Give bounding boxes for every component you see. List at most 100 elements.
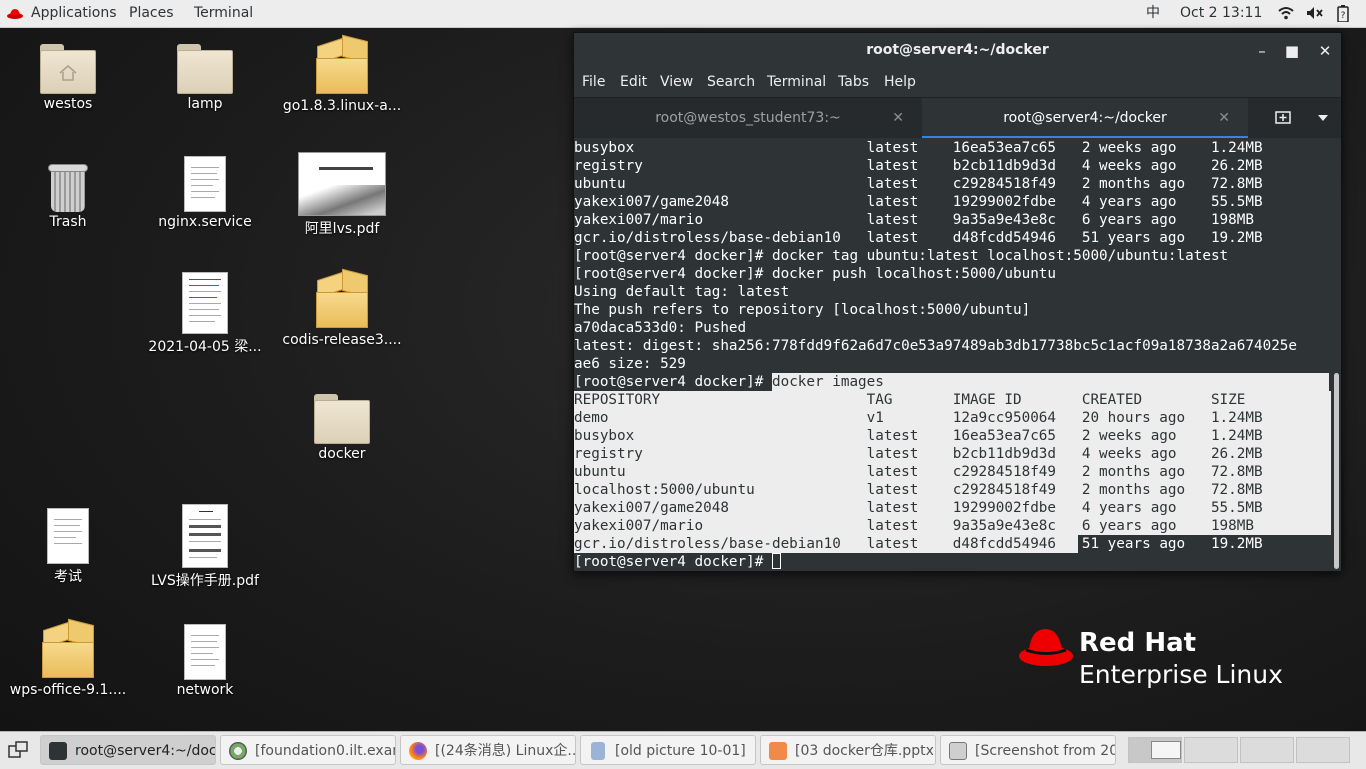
redhat-enterprise-linux-logo: Red Hat Enterprise Linux: [1018, 626, 1298, 696]
terminal-line: busybox latest 16ea53ea7c65 2 weeks ago …: [574, 428, 1263, 444]
terminal-line: Using default tag: latest: [574, 284, 790, 300]
desktop-icon-codis-release[interactable]: codis-release3....: [277, 268, 407, 348]
show-desktop-button[interactable]: [8, 741, 28, 759]
desktop-icon-label: nginx.service: [158, 214, 252, 230]
desktop-icon-lvs-manual-pdf[interactable]: LVS操作手册.pdf: [140, 500, 270, 590]
terminal-line: [root@server4 docker]# docker push local…: [574, 266, 1057, 282]
taskbar-item-pptx[interactable]: [03 docker仓库.pptx ...: [760, 735, 936, 765]
archive-icon: [41, 618, 95, 680]
wifi-icon[interactable]: [1278, 6, 1294, 20]
terminal-line: [root@server4 docker]#: [574, 553, 781, 571]
document-thumbnail-icon: [182, 272, 228, 334]
top-bar: Applications Places Terminal 中 Oct 2 13:…: [0, 0, 1366, 28]
remote-viewer-icon: [229, 742, 247, 760]
terminal-line: registry latest b2cb11db9d3d 4 weeks ago…: [574, 446, 1263, 462]
terminal-line: [root@server4 docker]# docker tag ubuntu…: [574, 248, 1229, 264]
workspace-4[interactable]: [1296, 737, 1350, 763]
taskbar-label: [foundation0.ilt.exam...: [255, 743, 395, 759]
terminal-app-menu[interactable]: Terminal: [194, 0, 253, 27]
firefox-icon: [409, 742, 427, 760]
volume-muted-icon[interactable]: [1306, 6, 1324, 20]
desktop-icon-label: LVS操作手册.pdf: [151, 573, 259, 589]
desktop-icon-network[interactable]: network: [140, 620, 270, 698]
battery-unknown-icon[interactable]: ?: [1337, 5, 1349, 22]
trash-icon: [48, 162, 88, 212]
desktop-icon-label: docker: [318, 446, 366, 462]
terminal-line: a70daca533d0: Pushed: [574, 320, 747, 336]
terminal-window[interactable]: root@server4:~/docker – ■ ✕ File Edit Vi…: [573, 32, 1342, 572]
taskbar-item-old-picture[interactable]: [old picture 10-01]: [580, 735, 756, 765]
desktop-icon-go-archive[interactable]: go1.8.3.linux-a...: [277, 34, 407, 114]
chevron-down-icon: [1318, 115, 1328, 121]
maximize-button[interactable]: ■: [1282, 41, 1302, 61]
tabs-dropdown-button[interactable]: [1310, 98, 1336, 138]
desktop-icon-nginx-service[interactable]: nginx.service: [140, 152, 270, 230]
text-file-icon: [47, 508, 89, 564]
taskbar-label: [03 docker仓库.pptx ...: [795, 743, 936, 759]
desktop-icon-label: wps-office-9.1....: [9, 682, 127, 698]
presentation-icon: [769, 742, 787, 760]
terminal-line: gcr.io/distroless/base-debian10 latest d…: [574, 230, 1263, 246]
desktop-icon-docker[interactable]: docker: [277, 390, 407, 462]
desktop-icon-westos[interactable]: westos: [3, 40, 133, 112]
folder-icon: [314, 390, 370, 444]
desktop-icon-wps-office[interactable]: wps-office-9.1....: [3, 618, 133, 698]
desktop-icon-label: Trash: [49, 214, 87, 230]
terminal-line: demo v1 12a9cc950064 20 hours ago 1.24MB: [574, 410, 1263, 426]
workspace-2[interactable]: [1184, 737, 1238, 763]
applications-menu[interactable]: Applications: [31, 0, 117, 27]
terminal-line: REPOSITORY TAG IMAGE ID CREATED SIZE: [574, 392, 1246, 408]
terminal-tabbar: root@westos_student73:~ ✕ root@server4:~…: [574, 98, 1341, 138]
terminal-scrollbar[interactable]: [1334, 373, 1339, 569]
desktop-icon-label: go1.8.3.linux-a...: [282, 98, 402, 114]
branding-line1: Red Hat: [1079, 628, 1197, 658]
taskbar-item-screenshot[interactable]: [Screenshot from 20...: [940, 735, 1116, 765]
desktop-icon-label: 阿里lvs.pdf: [304, 221, 380, 237]
menu-view[interactable]: View: [660, 74, 693, 90]
tab-westos-student73[interactable]: root@westos_student73:~ ✕: [574, 98, 922, 138]
terminal-line: yakexi007/mario latest 9a35a9e43e8c 6 ye…: [574, 518, 1254, 534]
terminal-icon: [49, 742, 67, 760]
desktop-icon-ali-lvs-pdf[interactable]: 阿里lvs.pdf: [277, 152, 407, 238]
desktop-icon-2021-04-05-doc[interactable]: 2021-04-05 梁...: [140, 268, 270, 356]
input-method-indicator[interactable]: 中: [1146, 0, 1160, 27]
close-button[interactable]: ✕: [1315, 41, 1335, 61]
document-icon: [591, 742, 605, 760]
taskbar-label: [(24条消息) Linux企...: [435, 743, 576, 759]
text-file-icon: [184, 156, 226, 212]
tab-close-icon[interactable]: ✕: [1218, 98, 1230, 138]
terminal-line: localhost:5000/ubuntu latest c29284518f4…: [574, 482, 1263, 498]
desktop-icon-label: 2021-04-05 梁...: [148, 339, 262, 355]
menu-edit[interactable]: Edit: [620, 74, 647, 90]
places-menu[interactable]: Places: [129, 0, 174, 27]
workspace-3[interactable]: [1240, 737, 1294, 763]
workspace-1[interactable]: [1128, 737, 1182, 763]
minimize-button[interactable]: –: [1252, 41, 1272, 61]
taskbar-label: [old picture 10-01]: [615, 743, 746, 759]
desktop-icon-exam[interactable]: 考试: [3, 504, 133, 586]
clock[interactable]: Oct 2 13:11: [1180, 0, 1262, 27]
terminal-output[interactable]: busybox latest 16ea53ea7c65 2 weeks ago …: [574, 139, 1331, 571]
tab-close-icon[interactable]: ✕: [892, 98, 904, 138]
taskbar-label: [Screenshot from 20...: [975, 743, 1116, 759]
folder-icon: [177, 40, 233, 94]
terminal-cursor: [771, 553, 781, 569]
desktop-icon-label: 考试: [54, 569, 82, 585]
taskbar-item-terminal[interactable]: root@server4:~/doc...: [40, 735, 216, 765]
menu-help[interactable]: Help: [884, 74, 916, 90]
menu-file[interactable]: File: [582, 74, 605, 90]
redhat-hat-icon: [7, 9, 23, 19]
window-titlebar[interactable]: root@server4:~/docker – ■ ✕: [574, 33, 1341, 69]
menu-tabs[interactable]: Tabs: [838, 74, 869, 90]
menu-terminal[interactable]: Terminal: [767, 74, 826, 90]
tab-server4-docker[interactable]: root@server4:~/docker ✕: [922, 98, 1248, 138]
new-tab-button[interactable]: [1268, 98, 1298, 138]
taskbar-item-remote-viewer[interactable]: [foundation0.ilt.exam...: [220, 735, 396, 765]
tab-label: root@server4:~/docker: [1003, 110, 1167, 126]
desktop-icon-lamp[interactable]: lamp: [140, 40, 270, 112]
taskbar-item-firefox[interactable]: [(24条消息) Linux企...: [400, 735, 576, 765]
terminal-line: registry latest b2cb11db9d3d 4 weeks ago…: [574, 158, 1263, 174]
menu-search[interactable]: Search: [707, 74, 755, 90]
desktop-icon-trash[interactable]: Trash: [3, 158, 133, 230]
tab-label: root@westos_student73:~: [655, 110, 841, 126]
